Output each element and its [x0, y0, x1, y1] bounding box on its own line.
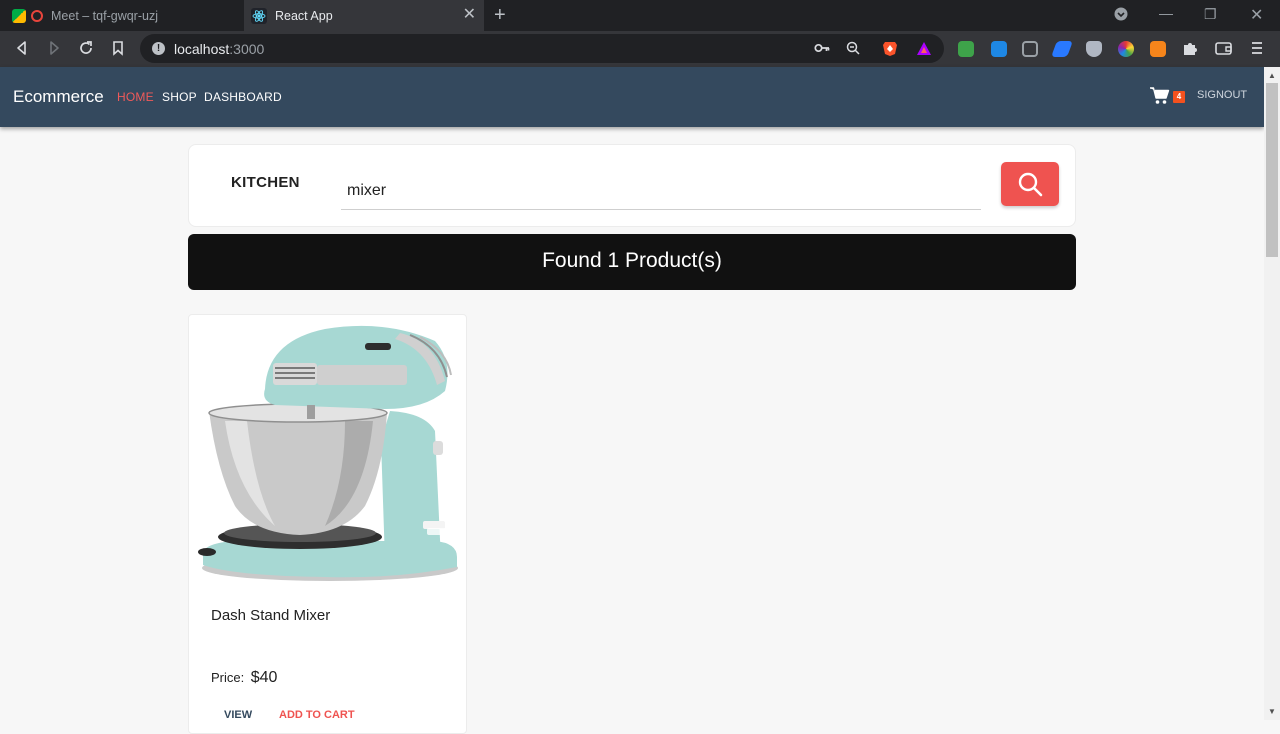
- tab-title: React App: [275, 8, 333, 23]
- browser-toolbar: ! localhost:3000: [0, 31, 1280, 67]
- menu-icon[interactable]: [1251, 40, 1263, 61]
- zoom-icon[interactable]: [846, 41, 860, 60]
- react-favicon-icon: [251, 7, 267, 24]
- results-banner: Found 1 Product(s): [188, 234, 1076, 290]
- product-price: Price: $40: [211, 669, 277, 687]
- recording-icon: [31, 9, 43, 22]
- tab-react-app[interactable]: React App ✕: [244, 0, 484, 31]
- product-name[interactable]: Dash Stand Mixer: [211, 607, 330, 624]
- search-card: KITCHEN: [188, 144, 1076, 227]
- site-info-icon[interactable]: !: [152, 42, 165, 55]
- scrollbar-thumb[interactable]: [1266, 83, 1278, 257]
- product-image[interactable]: [195, 321, 461, 591]
- results-count-text: Found 1 Product(s): [542, 249, 722, 272]
- search-icon: [1018, 172, 1043, 202]
- back-icon[interactable]: [14, 40, 30, 61]
- translate-extension-icon[interactable]: [991, 41, 1007, 57]
- address-bar[interactable]: ! localhost:3000: [140, 34, 944, 63]
- tab-search-icon[interactable]: [1114, 7, 1128, 24]
- search-button[interactable]: [1001, 162, 1059, 206]
- page-scrollbar[interactable]: ▲ ▼: [1264, 67, 1280, 720]
- search-input[interactable]: [341, 172, 981, 210]
- price-label: Price:: [211, 670, 245, 685]
- brave-shield-icon[interactable]: [882, 40, 898, 62]
- url-text: localhost:3000: [174, 41, 265, 57]
- brave-rewards-icon[interactable]: [916, 41, 932, 61]
- scroll-down-icon[interactable]: ▼: [1268, 707, 1276, 716]
- signout-link[interactable]: SIGNOUT: [1197, 89, 1247, 101]
- minimize-icon[interactable]: —: [1159, 5, 1173, 21]
- nav-dashboard[interactable]: DASHBOARD: [204, 90, 282, 104]
- meet-favicon-icon: [12, 8, 26, 23]
- wallet-icon[interactable]: [1215, 41, 1232, 60]
- pen-extension-icon[interactable]: [1051, 41, 1073, 57]
- bookmark-icon[interactable]: [110, 40, 126, 61]
- add-to-cart-button[interactable]: ADD TO CART: [279, 709, 355, 721]
- color-picker-extension-icon[interactable]: [1118, 41, 1134, 57]
- cart-button[interactable]: 4: [1150, 86, 1190, 108]
- close-tab-icon[interactable]: ✕: [463, 7, 476, 23]
- privacy-extension-icon[interactable]: [1086, 41, 1102, 57]
- password-key-icon[interactable]: [814, 41, 830, 60]
- tab-title: Meet – tqf-gwqr-uzj: [51, 8, 158, 23]
- cart-count-badge: 4: [1173, 91, 1185, 103]
- new-tab-icon[interactable]: +: [494, 5, 506, 25]
- extensions-puzzle-icon[interactable]: [1182, 40, 1198, 61]
- forward-icon[interactable]: [46, 40, 62, 61]
- browser-tab-strip: Meet – tqf-gwqr-uzj React App ✕ + — ❐ ✕: [0, 0, 1280, 31]
- tab-meet[interactable]: Meet – tqf-gwqr-uzj: [0, 0, 244, 31]
- shield-extension-icon[interactable]: [958, 41, 974, 57]
- restore-icon[interactable]: ❐: [1204, 6, 1217, 23]
- nav-home[interactable]: HOME: [117, 90, 154, 104]
- scroll-up-icon[interactable]: ▲: [1268, 71, 1276, 80]
- category-label[interactable]: KITCHEN: [231, 174, 300, 191]
- view-button[interactable]: VIEW: [224, 709, 252, 721]
- pocket-extension-icon[interactable]: [1022, 41, 1038, 57]
- app-navbar: Ecommerce HOME SHOP DASHBOARD 4 SIGNOUT: [0, 67, 1264, 127]
- reload-icon[interactable]: [78, 40, 94, 61]
- close-window-icon[interactable]: ✕: [1250, 5, 1263, 25]
- nav-shop[interactable]: SHOP: [162, 90, 197, 104]
- cart-icon: [1150, 87, 1170, 110]
- brand-logo[interactable]: Ecommerce: [13, 87, 104, 107]
- product-card: Dash Stand Mixer Price: $40 VIEW ADD TO …: [188, 314, 467, 734]
- metamask-extension-icon[interactable]: [1150, 41, 1166, 57]
- price-value: $40: [250, 669, 278, 686]
